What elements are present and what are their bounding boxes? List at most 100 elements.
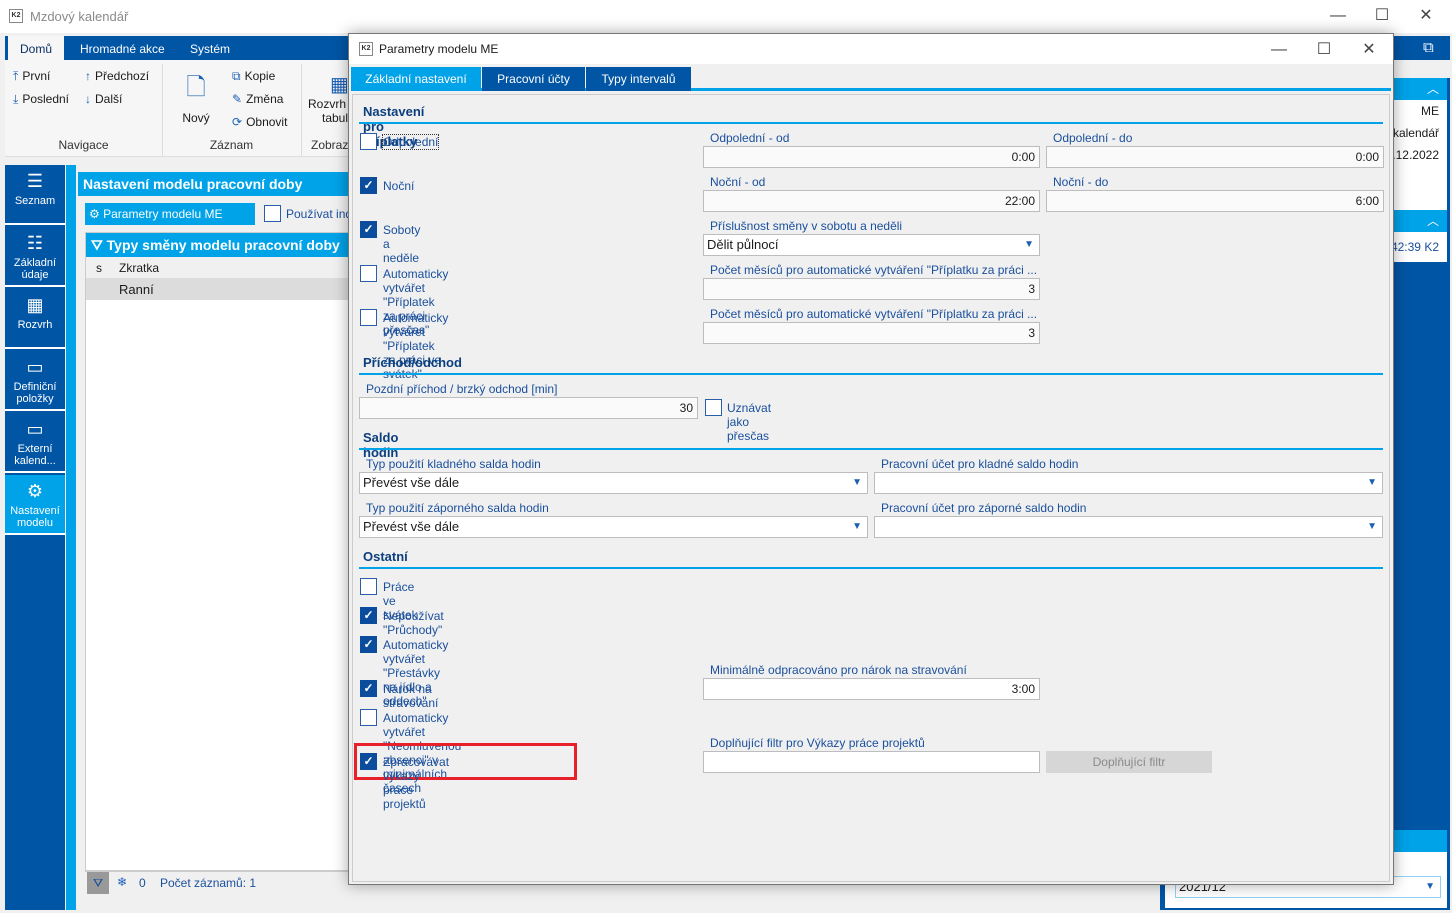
schedule-table-button[interactable]: ▦ Rozvrh tabul (308, 72, 349, 125)
auto-absence-checkbox[interactable] (360, 709, 377, 726)
weekend-shift-select[interactable]: Dělit půlnocí ▼ (703, 234, 1040, 256)
dialog-close-button[interactable]: ✕ (1349, 38, 1389, 62)
sidebar-item-definitions[interactable]: ▭ Definiční položky (5, 351, 65, 411)
params-button[interactable]: ⚙ Parametry modelu ME (85, 203, 255, 225)
weekend-checkbox[interactable]: ✓ (360, 221, 377, 238)
prev-label: Předchozí (95, 69, 150, 83)
next-button[interactable]: ↓ Další (85, 92, 122, 106)
first-button[interactable]: ⤒ První (13, 69, 50, 84)
new-button[interactable]: 🗋 Nový (177, 70, 215, 125)
dialog-tabs: Základní nastavení Pracovní účty Typy in… (351, 67, 1391, 91)
arrow-down-icon: ↓ (85, 92, 91, 106)
tab-system[interactable]: Systém (178, 36, 242, 60)
filter-icon[interactable]: ⛛ (91, 237, 107, 253)
tab-home[interactable]: Domů (8, 36, 65, 60)
dialog-titlebar: K2 Parametry modelu ME — ☐ ✕ (349, 34, 1393, 64)
chevron-down-icon: ▼ (1024, 239, 1034, 250)
copy-label: Kopie (244, 69, 276, 83)
sidebar-item-external[interactable]: ▭ Externí kalend... (5, 413, 65, 473)
tab-work-accounts[interactable]: Pracovní účty (482, 67, 585, 91)
extra-filter-button[interactable]: Doplňující filtr (1046, 751, 1212, 773)
afternoon-from-input[interactable]: 0:00 (703, 146, 1040, 168)
auto-breaks-checkbox[interactable]: ✓ (360, 636, 377, 653)
popout-icon[interactable]: ⧉ (1423, 39, 1434, 56)
k2-logo: K2 (9, 9, 23, 23)
auto-overtime-checkbox[interactable] (360, 265, 377, 282)
prev-button[interactable]: ↑ Předchozí (85, 69, 149, 83)
late-input[interactable]: 30 (359, 397, 698, 419)
proj-filter-label: Doplňující filtr pro Výkazy práce projek… (710, 736, 925, 750)
night-from-input[interactable]: 22:00 (703, 190, 1040, 212)
section-title: Ostatní (363, 549, 408, 564)
chevron-down-icon: ▼ (1367, 521, 1377, 532)
divider (359, 373, 1383, 375)
tab-interval-types[interactable]: Typy intervalů (586, 67, 691, 91)
frozen-count: 0 (139, 876, 146, 890)
dialog-minimize-button[interactable]: — (1259, 38, 1299, 62)
sidebar-item-schedule[interactable]: ▦ Rozvrh (5, 289, 65, 349)
months1-input[interactable]: 3 (703, 278, 1040, 300)
calendar-icon: ▦ (26, 295, 44, 315)
copy-icon: ⧉ (232, 69, 241, 83)
pos-account-select[interactable]: ▼ (874, 472, 1383, 494)
box-icon: ▭ (26, 419, 44, 439)
copy-button[interactable]: ⧉ Kopie (232, 69, 275, 84)
divider (301, 64, 302, 156)
projects-checkbox[interactable]: ✓ (360, 753, 377, 770)
list-icon: ☰ (26, 171, 44, 191)
dialog-maximize-button[interactable]: ☐ (1304, 38, 1344, 62)
no-passes-label: Nepoužívat "Průchody" (383, 609, 444, 637)
sidebar: ☰ Seznam ☷ Základní údaje ▦ Rozvrh ▭ Definič… (5, 165, 65, 910)
afternoon-to-label: Odpolední - do (1053, 131, 1133, 145)
months2-input[interactable]: 3 (703, 322, 1040, 344)
meal-checkbox[interactable]: ✓ (360, 680, 377, 697)
as-overtime-checkbox[interactable] (705, 399, 722, 416)
tab-basic-settings[interactable]: Základní nastavení (351, 67, 481, 91)
section-title: Příchod/odchod (363, 355, 462, 370)
neg-type-select[interactable]: Převést vše dále ▼ (359, 516, 868, 538)
refresh-button[interactable]: ⟳ Obnovit (232, 115, 287, 129)
filter-icon[interactable]: ⛛ (87, 872, 109, 894)
snowflake-icon[interactable]: ❄ (117, 875, 127, 889)
afternoon-to-input[interactable]: 0:00 (1046, 146, 1384, 168)
no-passes-checkbox[interactable]: ✓ (360, 607, 377, 624)
chevron-up-icon[interactable]: ︿ (1427, 80, 1439, 97)
sidebar-item-model-settings[interactable]: ⚙ Nastavení modelu (5, 475, 65, 535)
close-button[interactable]: ✕ (1406, 4, 1446, 28)
afternoon-checkbox[interactable] (360, 133, 377, 150)
dialog-title: Parametry modelu ME (379, 42, 499, 56)
window-titlebar: K2 Mzdový kalendář — ☐ ✕ (0, 0, 1452, 33)
auto-holiday-checkbox[interactable] (360, 309, 377, 326)
window-title: Mzdový kalendář (30, 9, 129, 24)
use-checkbox[interactable] (264, 205, 281, 222)
sidebar-item-basic[interactable]: ☷ Základní údaje (5, 227, 65, 287)
params-label: Parametry modelu ME (103, 207, 223, 221)
neg-account-select[interactable]: ▼ (874, 516, 1383, 538)
pos-type-value: Převést vše dále (363, 475, 460, 490)
holiday-work-checkbox[interactable] (360, 578, 377, 595)
projects-label: Zpracovávat výkazy práce projektů (383, 755, 450, 811)
chevron-down-icon: ▼ (1425, 881, 1435, 892)
column-abbrev[interactable]: Zkratka (119, 261, 159, 275)
min-meal-input[interactable]: 3:00 (703, 678, 1040, 700)
night-to-input[interactable]: 6:00 (1046, 190, 1384, 212)
pos-type-select[interactable]: Převést vše dále ▼ (359, 472, 868, 494)
first-label: První (22, 69, 51, 83)
minimize-button[interactable]: — (1318, 4, 1358, 28)
schedule-label: Rozvrh (308, 97, 347, 111)
chevron-up-icon[interactable]: ︿ (1427, 212, 1439, 229)
divider (359, 448, 1383, 450)
night-checkbox[interactable]: ✓ (360, 177, 377, 194)
late-label: Pozdní příchod / brzký odchod [min] (366, 382, 558, 396)
proj-filter-input[interactable] (703, 751, 1040, 773)
sidebar-item-list[interactable]: ☰ Seznam (5, 165, 65, 225)
tab-bulk-actions[interactable]: Hromadné akce (68, 36, 177, 60)
maximize-button[interactable]: ☐ (1362, 4, 1402, 28)
sidebar-label: Nastavení modelu (10, 505, 60, 529)
table-icon: ▦ (330, 74, 349, 96)
change-button[interactable]: ✎ Změna (232, 92, 283, 106)
group-record: Záznam (209, 138, 254, 152)
column-s[interactable]: s (96, 261, 102, 275)
last-button[interactable]: ⤓ Poslední (13, 92, 69, 107)
section-title: Saldo hodin (363, 430, 399, 460)
